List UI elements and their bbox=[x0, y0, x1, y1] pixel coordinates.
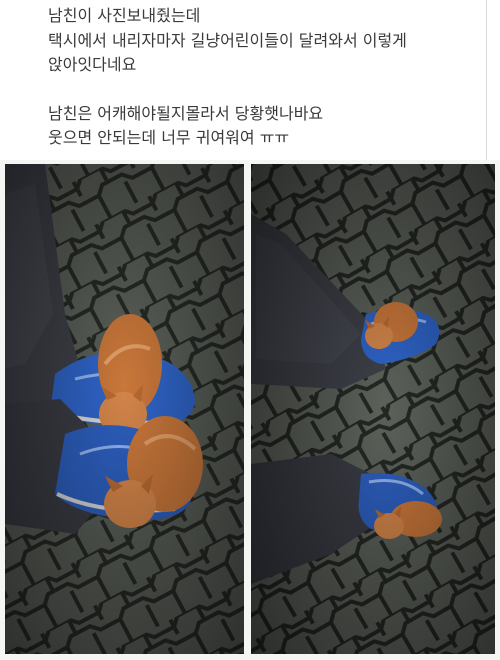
photo-left[interactable] bbox=[5, 164, 244, 654]
divider bbox=[486, 0, 487, 160]
photo-right[interactable] bbox=[251, 164, 495, 654]
kitten-on-shoe-photo-icon bbox=[5, 164, 244, 654]
post-body: 남친이 사진보내줬는데 택시에서 내리자마자 길냥어린이들이 달려와서 이렇게 … bbox=[48, 4, 468, 151]
photo-gallery bbox=[0, 160, 500, 660]
post-line: 남친이 사진보내줬는데 bbox=[48, 6, 201, 25]
post-line: 웃으면 안되는데 너무 귀여워여 ㅠㅠ bbox=[48, 128, 290, 147]
post-line: 택시에서 내리자마자 길냥어린이들이 달려와서 이렇게 bbox=[48, 30, 407, 50]
post-line: 앉아잇다네요 bbox=[48, 55, 137, 74]
kitten-on-shoe-photo-icon bbox=[251, 164, 495, 654]
post-line: 남친은 어캐해야될지몰라서 당황햇나바요 bbox=[48, 103, 324, 123]
